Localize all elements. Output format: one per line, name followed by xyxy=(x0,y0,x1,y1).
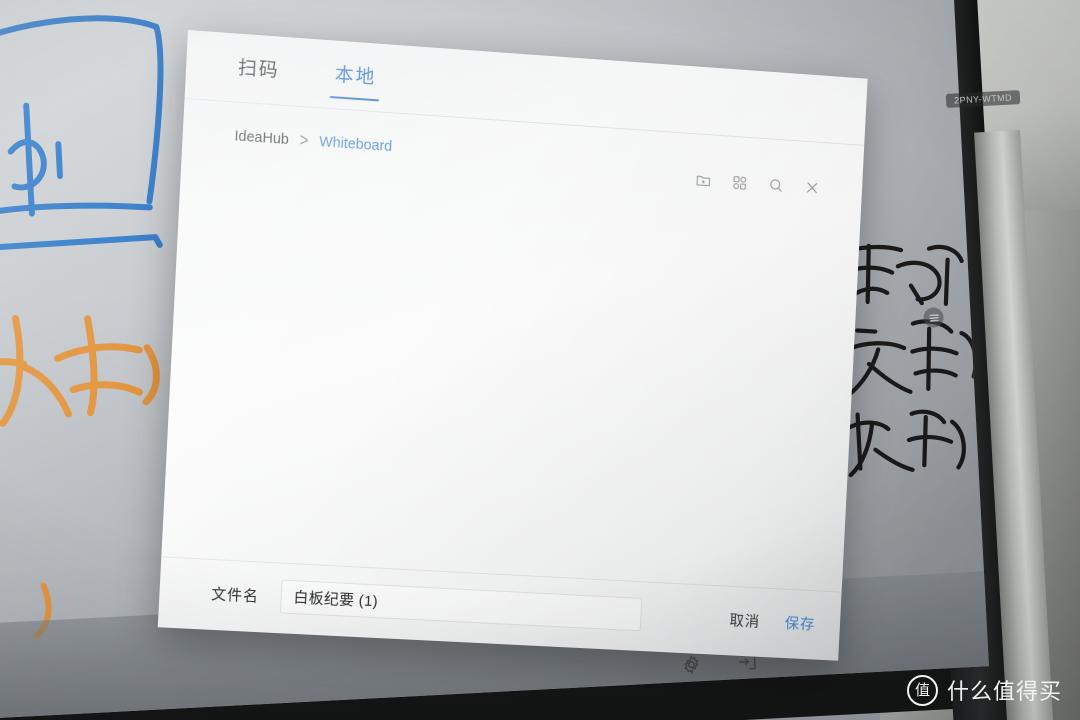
breadcrumb: IdeaHub > Whiteboard xyxy=(234,127,392,155)
tab-local[interactable]: 本地 xyxy=(329,60,380,102)
grid-view-icon[interactable] xyxy=(731,174,748,192)
tab-local-label: 本地 xyxy=(334,64,377,89)
tab-scan-code-label: 扫码 xyxy=(237,57,281,82)
tab-active-underline xyxy=(329,95,380,102)
search-icon[interactable] xyxy=(767,176,784,194)
settings-gear-icon[interactable] xyxy=(680,653,703,676)
filename-input[interactable]: 白板纪要 (1) xyxy=(279,579,643,632)
cancel-button[interactable]: 取消 xyxy=(729,609,761,631)
new-folder-icon[interactable] xyxy=(695,172,712,190)
filename-label: 文件名 xyxy=(210,585,260,605)
photo-scene: 2PNY-WTMD 扫码 本地 IdeaHub > Whiteboard 文件名… xyxy=(0,0,1080,720)
breadcrumb-root[interactable]: IdeaHub xyxy=(234,128,289,148)
tab-scan-code[interactable]: 扫码 xyxy=(237,53,281,95)
watermark-logo: 值 xyxy=(906,674,938,706)
save-button[interactable]: 保存 xyxy=(784,612,815,634)
chevron-right-icon: > xyxy=(299,129,309,152)
save-whiteboard-dialog: 扫码 本地 IdeaHub > Whiteboard 文件名 白板纪要 (1) … xyxy=(157,30,868,661)
dialog-actions: 取消 保存 xyxy=(700,607,816,634)
watermark: 值 什么值得买 xyxy=(906,674,1062,706)
watermark-text: 什么值得买 xyxy=(946,680,1062,705)
breadcrumb-current[interactable]: Whiteboard xyxy=(319,134,393,155)
close-icon[interactable] xyxy=(804,179,821,197)
file-list-empty-area[interactable] xyxy=(161,154,861,592)
